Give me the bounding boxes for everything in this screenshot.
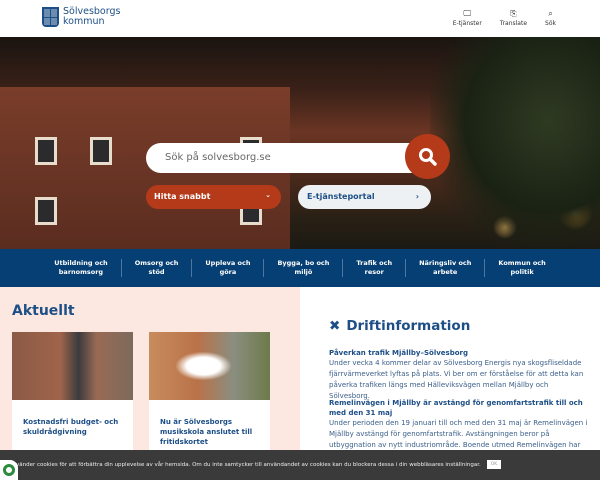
nav-label: Kommun och (498, 259, 546, 267)
nav-label: Bygga, bo och (277, 259, 330, 267)
news-heading: Aktuellt (12, 303, 75, 319)
badge-icon (3, 464, 15, 476)
nav-label: barnomsorg (58, 268, 104, 276)
drift-entry-title: Remelinvägen i Mjällby är avstängd för g… (329, 399, 583, 417)
nav-label: resor (364, 268, 384, 276)
drift-entry-body: Under perioden den 19 januari till och m… (329, 419, 588, 449)
nav-label: göra (219, 268, 237, 276)
news-image (149, 332, 270, 400)
nav-label: Omsorg och (134, 259, 179, 267)
e-services-link[interactable]: 🖵 E-tjänster (453, 9, 482, 27)
news-card-title: Kostnadsfri budget- och skuldrådgivning (23, 418, 119, 436)
quick-find-dropdown[interactable]: Hitta snabbt ⌄ (146, 185, 281, 209)
nav-item-kommun[interactable]: Kommun och politik (484, 259, 558, 277)
site-header: Sölvesborgs kommun 🖵 E-tjänster ⎘ Translate… (0, 0, 600, 37)
translate-icon: ⎘ (510, 9, 517, 18)
drift-entry[interactable]: Påverkan trafik Mjällby–Sölvesborg Under … (329, 348, 589, 402)
chevron-down-icon: ⌄ (265, 191, 271, 199)
nav-label: Uppleva och (205, 259, 251, 267)
quick-find-label: Hitta snabbt (154, 192, 211, 201)
search-icon: ⌕ (548, 9, 553, 18)
search-input[interactable]: Sök på solvesborg.se (146, 143, 426, 173)
chevron-right-icon: › (415, 192, 419, 201)
translate-link[interactable]: ⎘ Translate (500, 9, 527, 27)
nav-label: stöd (148, 268, 165, 276)
tool-label: E-tjänster (452, 20, 482, 27)
tool-label: Sök (545, 20, 556, 27)
drift-entry-title: Påverkan trafik Mjällby–Sölvesborg (329, 349, 469, 357)
nav-item-bygga[interactable]: Bygga, bo och miljö (263, 259, 342, 277)
cookie-text: vänder cookies för att förbättra din upp… (16, 462, 481, 468)
cookie-ok-button[interactable]: OK (486, 460, 502, 469)
logo-line2: kommun (63, 16, 105, 27)
nav-item-omsorg[interactable]: Omsorg och stöd (120, 259, 192, 277)
nav-label: Trafik och (356, 259, 393, 267)
coat-of-arms-icon (42, 7, 59, 27)
nav-item-naringsliv[interactable]: Näringsliv och arbete (405, 259, 484, 277)
nav-item-utbildning[interactable]: Utbildning och barnomsorg (41, 259, 121, 277)
tool-label: Translate (499, 20, 528, 27)
search-icon (418, 147, 437, 166)
nav-label: arbete (433, 268, 458, 276)
drift-heading: ✖ Driftinformation (329, 318, 470, 334)
nav-item-trafik[interactable]: Trafik och resor (342, 259, 405, 277)
nav-label: miljö (294, 268, 313, 276)
logo[interactable]: Sölvesborgs kommun (42, 7, 120, 27)
tools-icon: ✖ (329, 318, 341, 334)
portal-label: E-tjänsteportal (307, 192, 375, 201)
monitor-icon: 🖵 (463, 9, 472, 18)
search-link[interactable]: ⌕ Sök (545, 9, 556, 27)
nav-label: politik (510, 268, 534, 276)
tree-photo (430, 37, 600, 249)
cookie-banner: vänder cookies för att förbättra din upp… (0, 450, 600, 480)
news-card-title: Nu är Sölvesborgs musikskola anslutet ti… (160, 418, 253, 446)
drift-entry-body: Under vecka 4 kommer delar av Sölvesborg… (329, 359, 584, 400)
drift-title: Driftinformation (346, 318, 471, 334)
nav-label: Utbildning och (54, 259, 108, 267)
accessibility-badge[interactable] (0, 460, 18, 480)
search-button[interactable] (405, 134, 450, 179)
nav-item-uppleva[interactable]: Uppleva och göra (191, 259, 263, 277)
news-image (12, 332, 133, 400)
main-nav: Utbildning och barnomsorg Omsorg och stöd … (0, 249, 600, 287)
e-service-portal-button[interactable]: E-tjänsteportal › (298, 185, 431, 209)
drift-entry[interactable]: Remelinvägen i Mjällby är avstängd för g… (329, 398, 589, 451)
nav-label: Näringsliv och (419, 259, 472, 267)
